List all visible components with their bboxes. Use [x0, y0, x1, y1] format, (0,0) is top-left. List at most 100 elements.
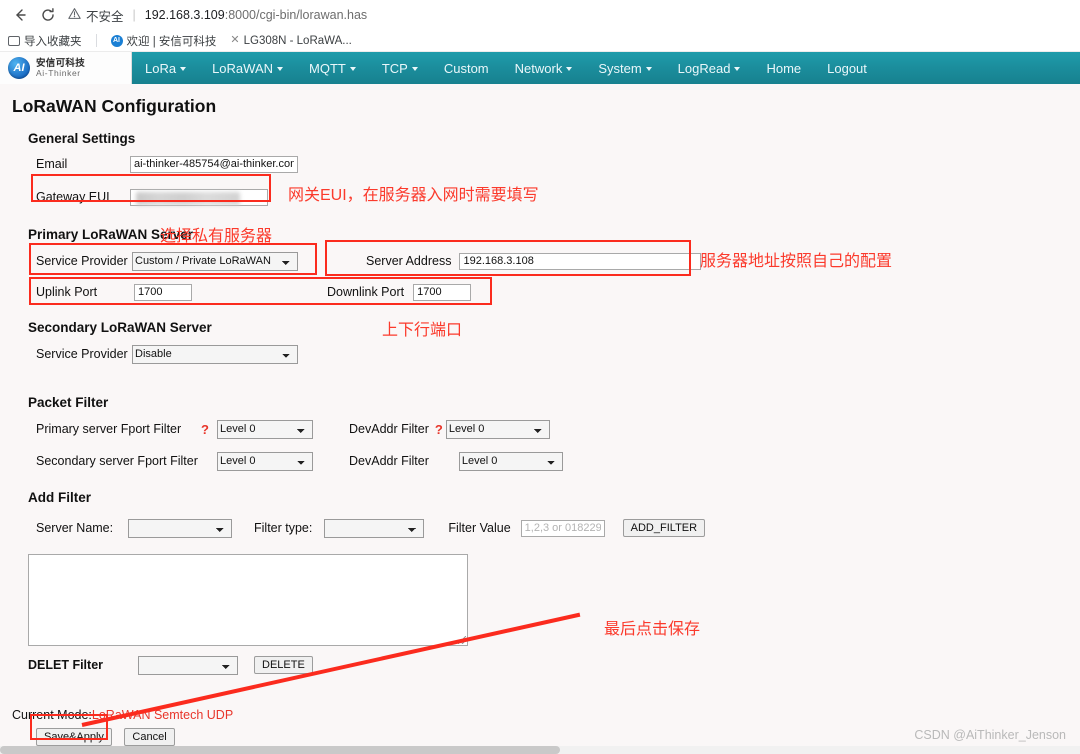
section-heading-secondary: Secondary LoRaWAN Server	[28, 320, 212, 335]
server-name-label: Server Name:	[36, 521, 114, 535]
email-label: Email	[36, 157, 68, 171]
omnibox-divider: |	[132, 8, 136, 22]
ai-thinker-logo-icon: AI	[8, 57, 30, 79]
field-row-primary-provider: Service Provider Custom / Private LoRaWA…	[36, 248, 1080, 274]
chevron-down-icon	[277, 67, 284, 71]
nav-item-lora[interactable]: LoRa	[132, 52, 199, 84]
nav-item-label: LoRaWAN	[212, 60, 274, 76]
page-title: LoRaWAN Configuration	[12, 96, 217, 116]
generic-favicon: ✕	[230, 34, 240, 46]
chevron-down-icon	[411, 67, 418, 71]
section-heading-general: General Settings	[28, 131, 136, 146]
address-bar[interactable]: 不安全 | 192.168.3.109:8000/cgi-bin/lorawan…	[68, 3, 1074, 27]
url-path: :8000/cgi-bin/lorawan.has	[224, 8, 368, 22]
field-row-gateway-eui: Gateway EUI	[36, 185, 1080, 209]
save-apply-button[interactable]: Save&Apply	[36, 728, 112, 746]
page-content: LoRaWAN Configuration General Settings E…	[0, 96, 1080, 746]
nav-item-label: TCP	[381, 60, 408, 76]
nav-item-label: LoRa	[145, 60, 177, 76]
browser-toolbar: 不安全 | 192.168.3.109:8000/cgi-bin/lorawan…	[0, 0, 1080, 30]
cancel-button[interactable]: Cancel	[124, 728, 175, 746]
nav-item-mqtt[interactable]: MQTT	[296, 52, 369, 84]
nav-item-logout[interactable]: Logout	[814, 52, 880, 84]
delete-button[interactable]: DELETE	[254, 656, 313, 674]
bookmark-ai-thinker[interactable]: AI 欢迎 | 安信可科技	[110, 33, 217, 49]
nav-item-label: MQTT	[309, 60, 346, 76]
bookmark-label: LG308N - LoRaWA...	[243, 34, 352, 47]
filter-list-textarea-wrapper	[28, 554, 468, 646]
nav-item-network[interactable]: Network	[502, 52, 586, 84]
nav-item-label: Network	[514, 60, 563, 76]
field-row-delete-filter: DELET Filter DELETE	[28, 652, 1080, 678]
current-mode-label: Current Mode:	[12, 708, 92, 722]
uplink-port-label: Uplink Port	[36, 285, 98, 299]
bookmark-lg308n[interactable]: ✕ LG308N - LoRaWA...	[230, 35, 351, 47]
add-filter-button[interactable]: ADD_FILTER	[622, 519, 706, 537]
filter-value-input[interactable]	[520, 519, 605, 537]
bookmark-divider	[95, 34, 97, 47]
nav-item-lorawan[interactable]: LoRaWAN	[199, 52, 296, 84]
redaction-blur-overlay	[136, 191, 240, 205]
chevron-down-icon	[180, 67, 187, 71]
section-heading-primary: Primary LoRaWAN Server	[28, 227, 194, 242]
help-icon-primary-devaddr[interactable]: ?	[435, 422, 443, 437]
filter-type-label: Filter type:	[254, 521, 313, 535]
brand-name-en: Ai-Thinker	[36, 67, 81, 78]
primary-fport-filter-label: Primary server Fport Filter	[36, 422, 182, 436]
current-mode-value: LoRaWAN Semtech UDP	[91, 708, 234, 722]
back-button[interactable]	[6, 2, 34, 28]
server-address-input[interactable]	[459, 252, 702, 270]
secondary-service-provider-select[interactable]: Disable	[132, 344, 298, 364]
bookmark-import[interactable]: 导入收藏夹	[8, 33, 82, 49]
nav-item-label: Custom	[443, 60, 489, 76]
chevron-down-icon	[645, 67, 652, 71]
secondary-devaddr-filter-label: DevAddr Filter	[349, 454, 429, 468]
filter-type-select[interactable]	[324, 518, 425, 538]
primary-devaddr-filter-label: DevAddr Filter	[349, 422, 429, 436]
reload-button[interactable]	[34, 2, 62, 28]
scrollbar-thumb[interactable]	[0, 746, 560, 754]
horizontal-scrollbar[interactable]	[0, 746, 1080, 754]
nav-item-custom[interactable]: Custom	[431, 52, 502, 84]
primary-devaddr-filter-select[interactable]: Level 0	[445, 419, 550, 439]
secondary-fport-filter-label: Secondary server Fport Filter	[36, 454, 198, 468]
downlink-port-input[interactable]	[413, 283, 472, 301]
gateway-eui-label: Gateway EUI	[36, 190, 110, 204]
nav-item-list: LoRa LoRaWAN MQTT TCP Custom Network Sys…	[132, 52, 880, 84]
secondary-service-provider-label: Service Provider	[36, 347, 128, 361]
filter-value-label: Filter Value	[448, 521, 511, 535]
nav-item-label: LogRead	[677, 60, 731, 76]
nav-item-label: Home	[766, 60, 802, 76]
bookmark-label: 欢迎 | 安信可科技	[126, 35, 217, 48]
arrow-left-icon	[16, 9, 26, 21]
primary-service-provider-select[interactable]: Custom / Private LoRaWAN	[132, 251, 298, 271]
filter-list-textarea[interactable]	[29, 555, 467, 645]
nav-item-label: System	[598, 60, 642, 76]
uplink-port-input[interactable]	[134, 283, 192, 301]
nav-item-system[interactable]: System	[585, 52, 664, 84]
nav-item-home[interactable]: Home	[753, 52, 814, 84]
warning-triangle-icon	[68, 7, 81, 23]
secondary-devaddr-filter-select[interactable]: Level 0	[458, 451, 563, 471]
primary-fport-filter-select[interactable]: Level 0	[217, 419, 313, 439]
help-icon-primary-fport[interactable]: ?	[201, 422, 217, 437]
field-row-secondary-provider: Service Provider Disable	[36, 341, 1080, 367]
brand-logo-block[interactable]: AI 安信可科技 Ai-Thinker	[0, 52, 132, 84]
gateway-eui-field-wrap	[128, 188, 268, 207]
email-input[interactable]	[130, 155, 298, 173]
bookmarks-bar: 导入收藏夹 AI 欢迎 | 安信可科技 ✕ LG308N - LoRaWA...	[0, 30, 1080, 52]
bookmark-label: 导入收藏夹	[24, 35, 82, 48]
chevron-down-icon	[566, 67, 573, 71]
folder-import-icon	[8, 35, 20, 46]
section-heading-add-filter: Add Filter	[28, 490, 91, 505]
nav-item-logread[interactable]: LogRead	[665, 52, 754, 84]
chevron-down-icon	[734, 67, 741, 71]
secondary-fport-filter-select[interactable]: Level 0	[217, 451, 313, 471]
server-name-select[interactable]	[128, 518, 232, 538]
reload-icon	[42, 8, 54, 21]
section-heading-packet-filter: Packet Filter	[28, 395, 109, 410]
resize-grip-icon[interactable]	[458, 636, 466, 644]
delete-filter-select[interactable]	[138, 655, 238, 675]
nav-item-tcp[interactable]: TCP	[369, 52, 431, 84]
field-row-primary-filters: Primary server Fport Filter ? Level 0 De…	[36, 416, 1080, 442]
